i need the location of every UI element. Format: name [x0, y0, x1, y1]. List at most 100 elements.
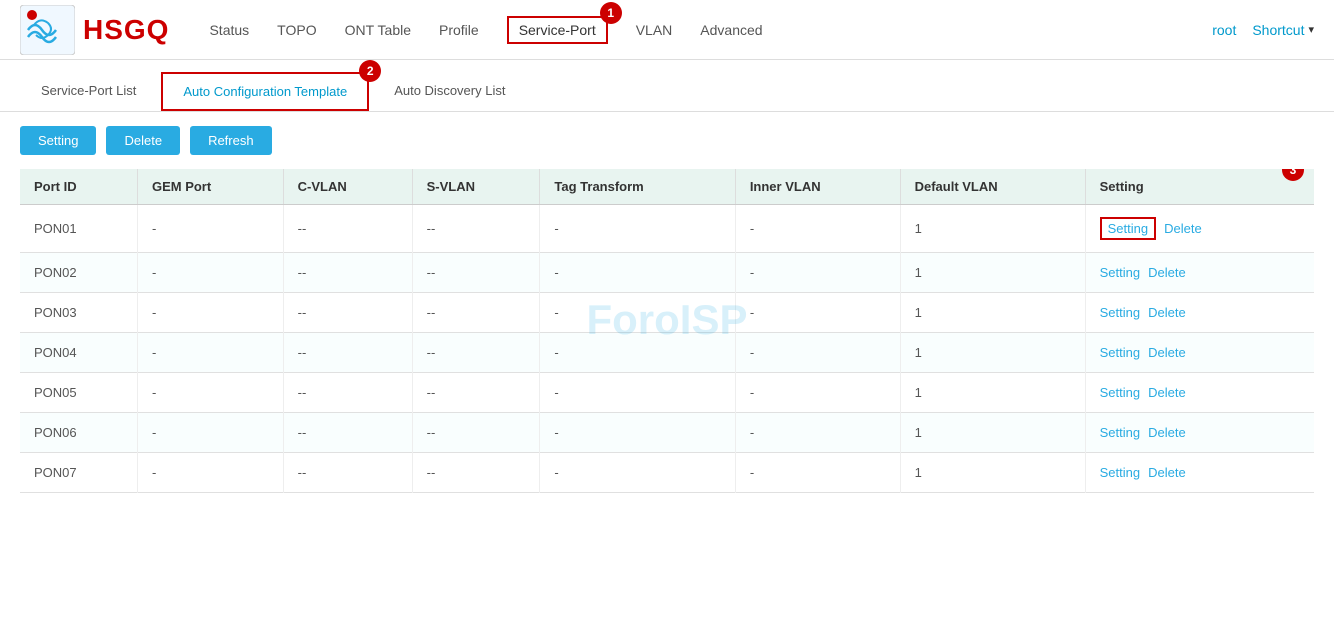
nav-profile[interactable]: Profile: [439, 18, 479, 42]
cell-tag-transform: -: [540, 253, 735, 293]
cell-port-id: PON06: [20, 413, 137, 453]
col-port-id: Port ID: [20, 169, 137, 205]
table-row: PON07-------1SettingDelete: [20, 453, 1314, 493]
cell-tag-transform: -: [540, 333, 735, 373]
nav-status[interactable]: Status: [209, 18, 249, 42]
action-delete-link[interactable]: Delete: [1164, 221, 1202, 236]
cell-tag-transform: -: [540, 413, 735, 453]
nav-shortcut[interactable]: Shortcut: [1252, 18, 1304, 42]
action-setting-link[interactable]: Setting: [1100, 265, 1140, 280]
cell-port-id: PON02: [20, 253, 137, 293]
cell-gem-port: -: [137, 373, 283, 413]
header: HSGQ Status TOPO ONT Table Profile Servi…: [0, 0, 1334, 60]
cell-s-vlan: --: [412, 373, 540, 413]
main-nav: Status TOPO ONT Table Profile Service-Po…: [209, 16, 1212, 44]
nav-vlan[interactable]: VLAN: [636, 18, 673, 42]
cell-default-vlan: 1: [900, 205, 1085, 253]
col-gem-port: GEM Port: [137, 169, 283, 205]
cell-tag-transform: -: [540, 373, 735, 413]
action-setting-link[interactable]: Setting: [1100, 305, 1140, 320]
cell-default-vlan: 1: [900, 453, 1085, 493]
action-setting-link[interactable]: Setting: [1100, 345, 1140, 360]
cell-c-vlan: --: [283, 453, 412, 493]
nav-topo[interactable]: TOPO: [277, 18, 316, 42]
cell-actions: Setting Delete: [1085, 205, 1314, 253]
cell-default-vlan: 1: [900, 333, 1085, 373]
cell-s-vlan: --: [412, 253, 540, 293]
cell-actions: Setting Delete: [1085, 253, 1314, 293]
main-table: Port ID GEM Port C-VLAN S-VLAN Tag Trans…: [20, 169, 1314, 493]
action-setting-link[interactable]: Setting: [1100, 465, 1140, 480]
cell-port-id: PON05: [20, 373, 137, 413]
cell-tag-transform: -: [540, 205, 735, 253]
tab-service-port-list[interactable]: Service-Port List: [20, 72, 157, 111]
cell-inner-vlan: -: [735, 453, 900, 493]
setting-button[interactable]: Setting: [20, 126, 96, 155]
action-delete-link[interactable]: Delete: [1148, 425, 1186, 440]
delete-button[interactable]: Delete: [106, 126, 180, 155]
cell-gem-port: -: [137, 333, 283, 373]
table-row: PON03-------1SettingDelete: [20, 293, 1314, 333]
cell-s-vlan: --: [412, 205, 540, 253]
cell-port-id: PON03: [20, 293, 137, 333]
cell-c-vlan: --: [283, 205, 412, 253]
cell-actions: Setting Delete: [1085, 413, 1314, 453]
cell-gem-port: -: [137, 293, 283, 333]
cell-s-vlan: --: [412, 333, 540, 373]
cell-inner-vlan: -: [735, 205, 900, 253]
logo-area: HSGQ: [20, 5, 169, 55]
cell-port-id: PON04: [20, 333, 137, 373]
cell-c-vlan: --: [283, 253, 412, 293]
tab-auto-config[interactable]: Auto Configuration Template 2: [161, 72, 369, 111]
cell-gem-port: -: [137, 453, 283, 493]
logo-text: HSGQ: [83, 14, 169, 46]
action-delete-link[interactable]: Delete: [1148, 265, 1186, 280]
badge-3: 3: [1282, 169, 1304, 181]
nav-ont-table[interactable]: ONT Table: [345, 18, 411, 42]
table-container: Port ID GEM Port C-VLAN S-VLAN Tag Trans…: [0, 169, 1334, 493]
cell-port-id: PON01: [20, 205, 137, 253]
cell-actions: Setting Delete: [1085, 373, 1314, 413]
col-setting: Setting 3: [1085, 169, 1314, 205]
nav-service-port[interactable]: Service-Port: [507, 16, 608, 44]
refresh-button[interactable]: Refresh: [190, 126, 272, 155]
cell-inner-vlan: -: [735, 253, 900, 293]
table-row: PON02-------1SettingDelete: [20, 253, 1314, 293]
table-body: PON01-------1SettingDeletePON02-------1S…: [20, 205, 1314, 493]
cell-inner-vlan: -: [735, 373, 900, 413]
cell-default-vlan: 1: [900, 413, 1085, 453]
cell-default-vlan: 1: [900, 253, 1085, 293]
tabs-bar: Service-Port List Auto Configuration Tem…: [0, 60, 1334, 112]
action-delete-link[interactable]: Delete: [1148, 465, 1186, 480]
nav-advanced[interactable]: Advanced: [700, 18, 762, 42]
table-row: PON01-------1SettingDelete: [20, 205, 1314, 253]
action-delete-link[interactable]: Delete: [1148, 385, 1186, 400]
chevron-down-icon: ▾: [1308, 23, 1314, 36]
cell-actions: Setting Delete: [1085, 333, 1314, 373]
action-setting-link[interactable]: Setting: [1100, 385, 1140, 400]
toolbar: Setting Delete Refresh: [0, 112, 1334, 169]
col-s-vlan: S-VLAN: [412, 169, 540, 205]
table-row: PON04-------1SettingDelete: [20, 333, 1314, 373]
cell-inner-vlan: -: [735, 293, 900, 333]
cell-actions: Setting Delete: [1085, 453, 1314, 493]
cell-gem-port: -: [137, 253, 283, 293]
action-delete-link[interactable]: Delete: [1148, 305, 1186, 320]
col-tag-transform: Tag Transform: [540, 169, 735, 205]
cell-tag-transform: -: [540, 453, 735, 493]
cell-c-vlan: --: [283, 373, 412, 413]
tab-auto-discovery[interactable]: Auto Discovery List: [373, 72, 526, 111]
badge-1: 1: [600, 2, 622, 24]
cell-tag-transform: -: [540, 293, 735, 333]
cell-c-vlan: --: [283, 413, 412, 453]
cell-default-vlan: 1: [900, 293, 1085, 333]
table-row: PON05-------1SettingDelete: [20, 373, 1314, 413]
cell-c-vlan: --: [283, 333, 412, 373]
action-setting-link[interactable]: Setting: [1100, 217, 1156, 240]
col-c-vlan: C-VLAN: [283, 169, 412, 205]
cell-gem-port: -: [137, 205, 283, 253]
nav-root[interactable]: root: [1212, 18, 1236, 42]
cell-actions: Setting Delete: [1085, 293, 1314, 333]
action-setting-link[interactable]: Setting: [1100, 425, 1140, 440]
action-delete-link[interactable]: Delete: [1148, 345, 1186, 360]
